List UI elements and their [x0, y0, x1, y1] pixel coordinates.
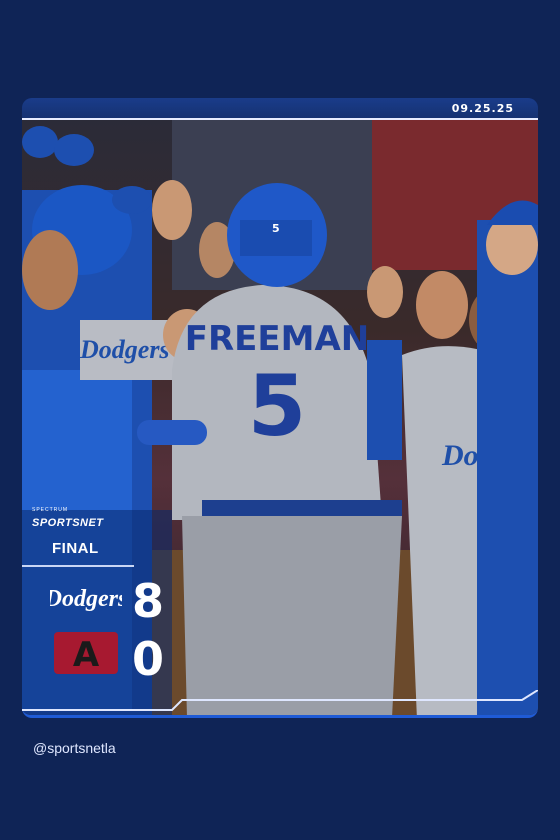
raised-hand-right — [367, 266, 403, 318]
coach-jacket — [477, 220, 538, 715]
account-handle[interactable]: @sportsnetla — [33, 740, 116, 756]
cap-3 — [112, 186, 152, 214]
diamondbacks-logo-icon: A — [54, 632, 118, 675]
dodgers-logo-icon: Dodgers — [50, 586, 122, 612]
helmet-number: 5 — [272, 222, 280, 235]
post-card: 09.25.25 Dodgers 5 FREEMAN 5 — [22, 98, 538, 718]
final-divider — [22, 565, 134, 567]
jersey-script-left: Dodgers — [79, 335, 170, 364]
date-bar: 09.25.25 — [22, 98, 538, 120]
bottom-frame-accent — [22, 690, 538, 711]
final-status: FINAL — [52, 540, 99, 557]
teammate-head-left — [22, 230, 78, 310]
teammate-head-right-1 — [416, 271, 468, 339]
sportsnet-logo: SPECTRUM SPORTSNET — [32, 507, 104, 531]
game-date: 09.25.25 — [451, 102, 514, 115]
jersey-name: FREEMAN — [185, 319, 369, 359]
teammate-arm-right — [367, 340, 402, 460]
svg-text:Dodgers: Dodgers — [50, 586, 122, 612]
raised-hand-1 — [152, 180, 192, 240]
freeman-pants — [182, 516, 402, 715]
brand-small-text: SPECTRUM — [32, 507, 69, 513]
freeman-arm-sleeve — [137, 420, 207, 445]
brand-big-text: SPORTSNET — [32, 517, 104, 529]
dodgers-score: 8 — [132, 574, 165, 628]
cap-2 — [54, 134, 94, 166]
diamondbacks-score: 0 — [132, 632, 165, 686]
freeman-belt — [202, 500, 402, 516]
svg-text:A: A — [73, 635, 100, 675]
dodgers-logo: Dodgers — [50, 572, 122, 622]
jersey-number: 5 — [248, 357, 306, 455]
diamondbacks-logo: A — [50, 628, 122, 678]
cap-1 — [22, 126, 58, 158]
